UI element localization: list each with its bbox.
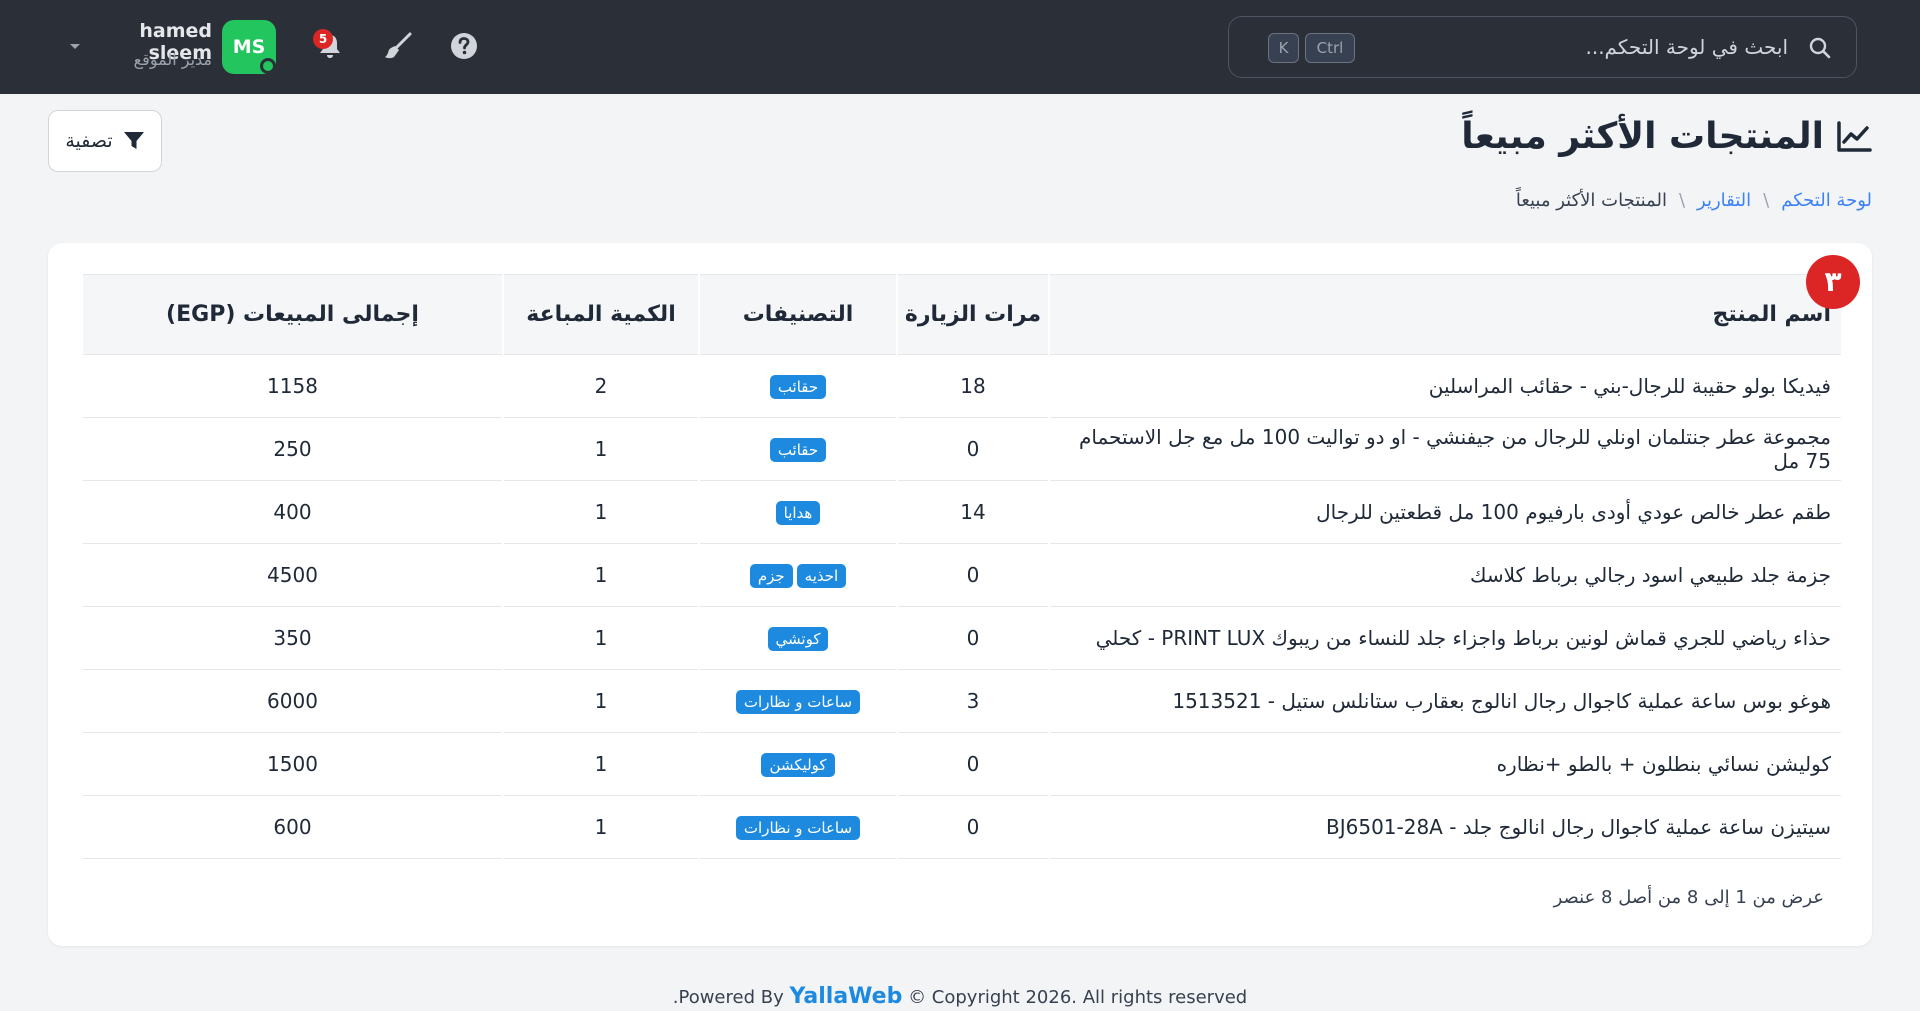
product-name-cell: هوغو بوس ساعة عملية كاجوال رجال انالوج ب… <box>1048 669 1841 733</box>
footer-brand-link[interactable]: YallaWeb <box>789 984 902 1009</box>
categories-cell: ساعات و نظارات <box>698 669 897 733</box>
visits-cell: 18 <box>896 354 1049 418</box>
footer: .Powered By YallaWeb © Copyright 2026. A… <box>0 984 1920 1009</box>
categories-cell: هدايا <box>698 480 897 544</box>
brush-icon[interactable] <box>382 30 414 62</box>
total-sales-cell: 4500 <box>81 543 503 607</box>
category-tag[interactable]: جزم <box>749 564 793 588</box>
column-header-categories[interactable]: التصنيفات <box>698 274 897 355</box>
column-header-name[interactable]: اسم المنتج <box>1048 274 1841 355</box>
quantity-cell: 1 <box>502 795 699 859</box>
quantity-cell: 1 <box>502 669 699 733</box>
chevron-down-icon[interactable] <box>68 41 82 51</box>
column-header-qty[interactable]: الكمية المباعة <box>502 274 699 355</box>
user-role: مدير الموقع <box>133 50 212 69</box>
visits-cell: 0 <box>896 795 1049 859</box>
visits-cell: 0 <box>896 732 1049 796</box>
category-tag[interactable]: كوليكشن <box>761 753 835 777</box>
page-title: المنتجات الأكثر مبيعاً <box>1461 116 1872 157</box>
total-sales-cell: 250 <box>81 417 503 481</box>
table-row: جزمة جلد طبيعي اسود رجالي برباط كلاسك 0 اح… <box>81 543 1841 607</box>
footer-powered-by: .Powered By <box>672 987 784 1008</box>
breadcrumb-separator: \ <box>1678 190 1686 211</box>
best-selling-products-table: اسم المنتج مرات الزيارة التصنيفات الكمية… <box>81 274 1841 859</box>
category-tag[interactable]: ساعات و نظارات <box>735 690 861 714</box>
quantity-cell: 1 <box>502 732 699 796</box>
total-sales-cell: 1158 <box>81 354 503 418</box>
categories-cell: احذيهجزم <box>698 543 897 607</box>
total-sales-cell: 600 <box>81 795 503 859</box>
table-body: فيديكا بولو حقيبة للرجال-بني - حقائب الم… <box>81 354 1841 859</box>
table-row: حذاء رياضي للجري قماش لونين برباط واجزاء… <box>81 606 1841 670</box>
product-name-cell: حذاء رياضي للجري قماش لونين برباط واجزاء… <box>1048 606 1841 670</box>
visits-cell: 0 <box>896 543 1049 607</box>
breadcrumb-separator: \ <box>1763 190 1770 211</box>
total-sales-cell: 1500 <box>81 732 503 796</box>
quantity-cell: 1 <box>502 606 699 670</box>
column-header-visits[interactable]: مرات الزيارة <box>896 274 1049 355</box>
visits-cell: 0 <box>896 417 1049 481</box>
quantity-cell: 1 <box>502 417 699 481</box>
search-icon[interactable] <box>1808 36 1832 60</box>
product-name-cell: جزمة جلد طبيعي اسود رجالي برباط كلاسك <box>1048 543 1841 607</box>
search-input[interactable] <box>1408 31 1788 63</box>
total-sales-cell: 400 <box>81 480 503 544</box>
table-header-row: اسم المنتج مرات الزيارة التصنيفات الكمية… <box>81 274 1841 355</box>
category-tag[interactable]: كوتشي <box>767 627 829 651</box>
category-tag[interactable]: هدايا <box>775 501 821 525</box>
table-row: طقم عطر خالص عودي أودى بارفيوم 100 مل قط… <box>81 480 1841 544</box>
breadcrumb-current: المنتجات الأكثر مبيعاً <box>1515 190 1667 211</box>
column-header-total[interactable]: إجمالى المبيعات (EGP) <box>81 274 503 355</box>
breadcrumb-home[interactable]: لوحة التحكم <box>1781 190 1872 211</box>
page-title-text: المنتجات الأكثر مبيعاً <box>1461 116 1824 157</box>
visits-cell: 0 <box>896 606 1049 670</box>
product-name-cell: سيتيزن ساعة عملية كاجوال رجال انالوج جلد… <box>1048 795 1841 859</box>
product-name-cell: طقم عطر خالص عودي أودى بارفيوم 100 مل قط… <box>1048 480 1841 544</box>
help-icon[interactable] <box>448 30 480 62</box>
total-sales-cell: 6000 <box>81 669 503 733</box>
quantity-cell: 2 <box>502 354 699 418</box>
footer-copyright: © Copyright 2026. All rights reserved <box>908 987 1248 1008</box>
product-name-cell: فيديكا بولو حقيبة للرجال-بني - حقائب الم… <box>1048 354 1841 418</box>
kbd-k: K <box>1268 33 1299 63</box>
categories-cell: كوتشي <box>698 606 897 670</box>
breadcrumb: لوحة التحكم \ التقارير \ المنتجات الأكثر… <box>1516 190 1872 211</box>
chart-line-icon <box>1837 120 1872 152</box>
categories-cell: ساعات و نظارات <box>698 795 897 859</box>
count-badge: ٣ <box>1806 255 1860 309</box>
top-navbar: Ctrl K 5 MS hamed sleem مدير الموقع <box>0 0 1920 94</box>
product-name-cell: كوليشن نسائي بنطلون + بالطو +نظاره <box>1048 732 1841 796</box>
table-info: عرض من 1 إلى 8 من أصل 8 عنصر <box>1553 887 1824 908</box>
filter-button[interactable]: تصفية <box>48 110 162 172</box>
category-tag[interactable]: احذيه <box>796 564 847 588</box>
visits-cell: 3 <box>896 669 1049 733</box>
notification-count-badge: 5 <box>313 29 333 49</box>
products-card: ٣ اسم المنتج مرات الزيارة التصنيفات الكم… <box>48 243 1872 946</box>
table-row: كوليشن نسائي بنطلون + بالطو +نظاره 0 كوليك… <box>81 732 1841 796</box>
table-row: هوغو بوس ساعة عملية كاجوال رجال انالوج ب… <box>81 669 1841 733</box>
table-row: سيتيزن ساعة عملية كاجوال رجال انالوج جلد… <box>81 795 1841 859</box>
categories-cell: كوليكشن <box>698 732 897 796</box>
online-status-dot <box>260 58 276 74</box>
visits-cell: 14 <box>896 480 1049 544</box>
kbd-ctrl: Ctrl <box>1305 33 1355 63</box>
search-box[interactable]: Ctrl K <box>1228 16 1857 78</box>
total-sales-cell: 350 <box>81 606 503 670</box>
category-tag[interactable]: حقائب <box>769 375 827 399</box>
category-tag[interactable]: ساعات و نظارات <box>735 816 861 840</box>
table-row: فيديكا بولو حقيبة للرجال-بني - حقائب الم… <box>81 354 1841 418</box>
quantity-cell: 1 <box>502 543 699 607</box>
table-row: مجموعة عطر جنتلمان اونلي للرجال من جيفنش… <box>81 417 1841 481</box>
filter-icon <box>123 132 144 149</box>
category-tag[interactable]: حقائب <box>769 438 827 462</box>
breadcrumb-reports[interactable]: التقارير <box>1697 190 1751 211</box>
quantity-cell: 1 <box>502 480 699 544</box>
categories-cell: حقائب <box>698 417 897 481</box>
product-name-cell: مجموعة عطر جنتلمان اونلي للرجال من جيفنش… <box>1048 417 1841 481</box>
filter-button-label: تصفية <box>65 130 113 152</box>
categories-cell: حقائب <box>698 354 897 418</box>
